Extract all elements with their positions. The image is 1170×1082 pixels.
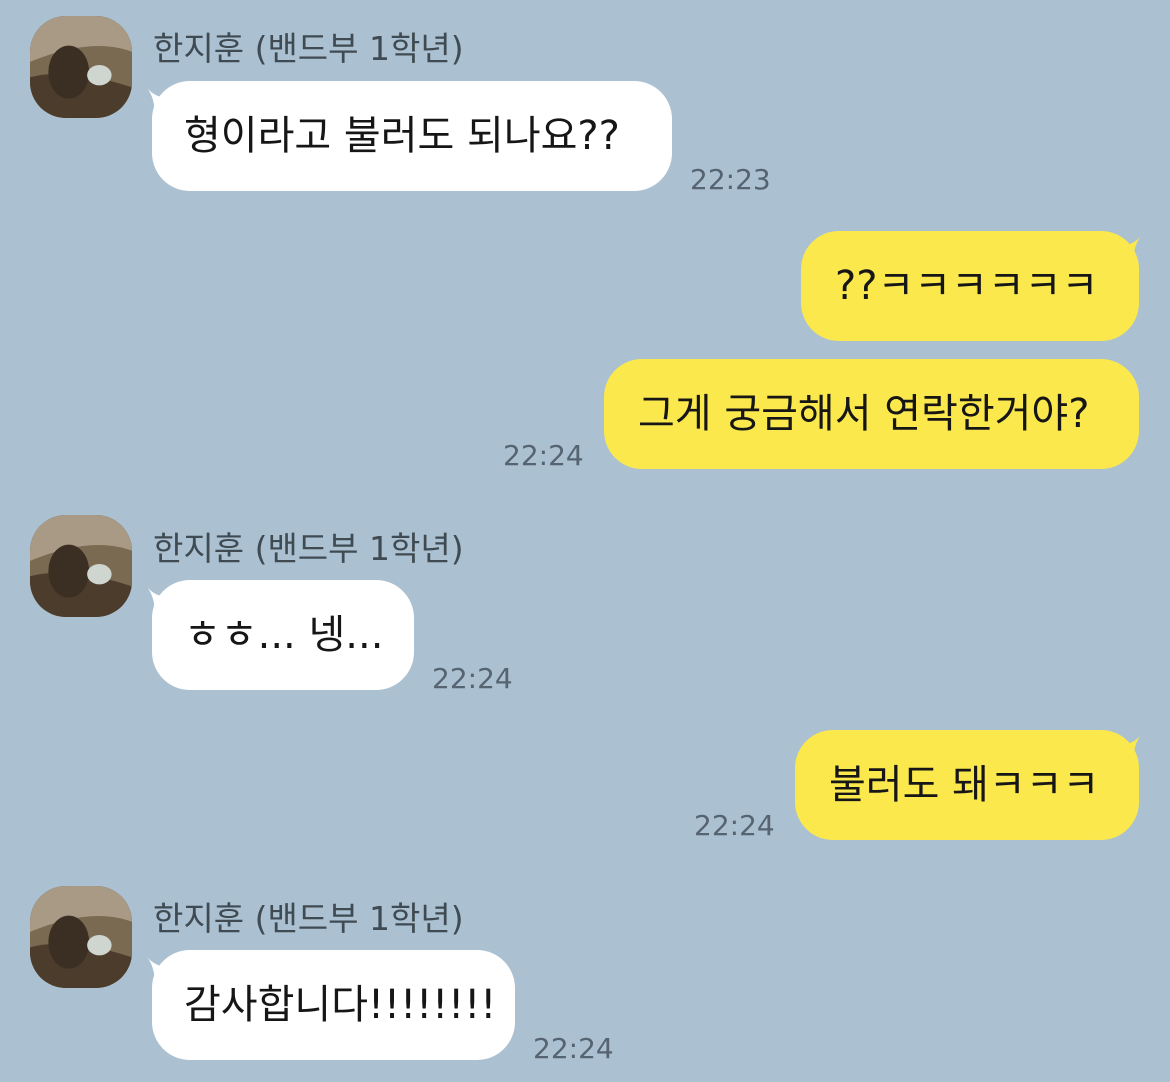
message-bubble[interactable]: ㅎㅎ... 넹... <box>152 580 414 690</box>
message-bubble[interactable]: 감사합니다!!!!!!!! <box>152 950 515 1060</box>
avatar[interactable] <box>30 16 132 118</box>
message-text: 그게 궁금해서 연락한거야? <box>638 391 1090 437</box>
message-bubble[interactable]: 형이라고 불러도 되나요?? <box>152 81 672 191</box>
message-time: 22:24 <box>533 1032 614 1065</box>
message-bubble[interactable]: 불러도 돼ㅋㅋㅋ <box>795 730 1139 840</box>
message-time: 22:24 <box>503 439 584 472</box>
message-text: ㅎㅎ... 넹... <box>184 612 384 658</box>
avatar[interactable] <box>30 886 132 988</box>
sender-name: 한지훈 (밴드부 1학년) <box>153 899 464 938</box>
message-time: 22:24 <box>694 809 775 842</box>
sender-name: 한지훈 (밴드부 1학년) <box>153 529 464 568</box>
message-time: 22:23 <box>690 163 771 196</box>
profile-photo-icon <box>30 886 132 988</box>
message-bubble[interactable]: 그게 궁금해서 연락한거야? <box>604 359 1139 469</box>
message-text: 불러도 돼ㅋㅋㅋ <box>829 762 1100 808</box>
message-text: 형이라고 불러도 되나요?? <box>184 113 620 159</box>
sender-name: 한지훈 (밴드부 1학년) <box>153 29 464 68</box>
avatar[interactable] <box>30 515 132 617</box>
message-bubble[interactable]: ??ㅋㅋㅋㅋㅋㅋ <box>801 231 1139 341</box>
profile-photo-icon <box>30 16 132 118</box>
message-time: 22:24 <box>432 662 513 695</box>
profile-photo-icon <box>30 515 132 617</box>
message-text: ??ㅋㅋㅋㅋㅋㅋ <box>835 263 1099 309</box>
message-text: 감사합니다!!!!!!!! <box>184 982 497 1028</box>
